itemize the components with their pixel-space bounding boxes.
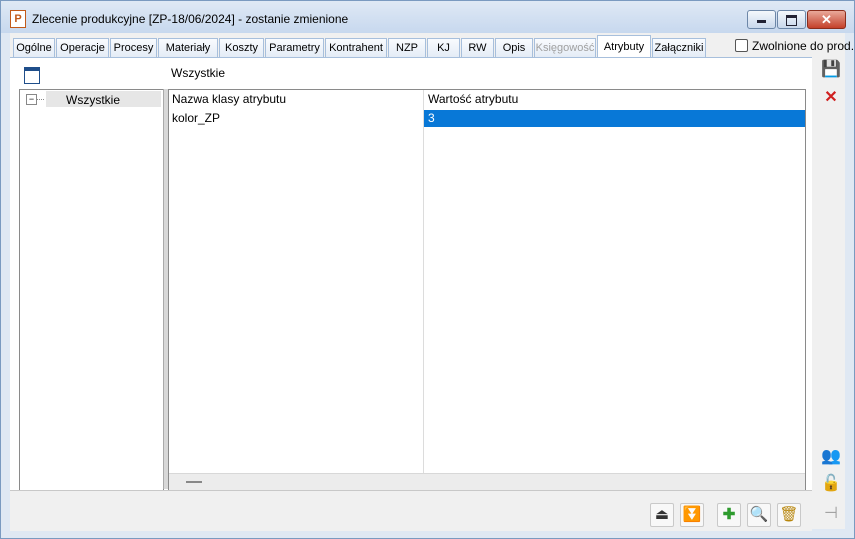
- column-header-value[interactable]: Wartość atrybutu: [428, 92, 518, 106]
- move-down-icon[interactable]: ⏬: [680, 503, 704, 527]
- add-icon[interactable]: ✚: [717, 503, 741, 527]
- tab-rw[interactable]: RW: [461, 38, 494, 58]
- side-toolbar: 💾 ✕ 👥 🔓 ⊣: [812, 57, 845, 529]
- attributes-table: Nazwa klasy atrybutu Wartość atrybutu ko…: [168, 89, 806, 491]
- lock-icon[interactable]: 🔓: [820, 473, 842, 495]
- move-up-icon[interactable]: ⏏: [650, 503, 674, 527]
- tree-connector: [36, 99, 44, 100]
- tab-operacje[interactable]: Operacje: [56, 38, 109, 58]
- tab-atrybuty[interactable]: Atrybuty: [597, 35, 651, 59]
- minimize-icon: [757, 20, 766, 23]
- pin-icon[interactable]: ⊣: [820, 503, 842, 525]
- users-icon[interactable]: 👥: [820, 446, 842, 468]
- column-header-name[interactable]: Nazwa klasy atrybutu: [172, 92, 286, 106]
- window-icon[interactable]: [24, 67, 40, 84]
- footer-dash: [186, 481, 202, 483]
- released-checkbox-label: Zwolnione do prod.: [752, 39, 855, 53]
- released-for-production-checkbox[interactable]: Zwolnione do prod.: [735, 39, 854, 53]
- attribute-group-tree: − Wszystkie: [19, 89, 164, 491]
- bottom-toolbar: ⏏ ⏬ ✚ 🔍 🗑: [10, 490, 812, 531]
- attributes-panel: Wszystkie − Wszystkie Nazwa klasy atrybu…: [10, 57, 812, 531]
- tab-zalaczniki[interactable]: Załączniki: [652, 38, 706, 58]
- tab-procesy[interactable]: Procesy: [110, 38, 157, 58]
- checkbox-box[interactable]: [735, 39, 748, 52]
- tab-materialy[interactable]: Materiały: [158, 38, 218, 58]
- table-row-name-cell[interactable]: kolor_ZP: [172, 110, 420, 127]
- form-body: Ogólne Operacje Procesy Materiały Koszty…: [10, 33, 854, 531]
- delete-icon[interactable]: 🗑: [777, 503, 801, 527]
- tab-kj[interactable]: KJ: [427, 38, 460, 58]
- title-bar[interactable]: P Zlecenie produkcyjne [ZP-18/06/2024] -…: [1, 1, 854, 33]
- group-header-label: Wszystkie: [171, 66, 225, 80]
- column-separator[interactable]: [423, 90, 424, 490]
- app-icon: P: [10, 10, 26, 28]
- cancel-icon[interactable]: ✕: [820, 87, 842, 109]
- tab-ogolne[interactable]: Ogólne: [13, 38, 55, 58]
- tab-opis[interactable]: Opis: [495, 38, 533, 58]
- tab-parametry[interactable]: Parametry: [265, 38, 324, 58]
- table-footer: [169, 473, 805, 491]
- minimize-button[interactable]: [747, 10, 776, 29]
- search-icon[interactable]: 🔍: [747, 503, 771, 527]
- save-icon[interactable]: 💾: [820, 59, 842, 81]
- tab-ksiegowosc[interactable]: Księgowość: [534, 38, 596, 58]
- maximize-button[interactable]: [777, 10, 806, 29]
- tab-kontrahent[interactable]: Kontrahent: [325, 38, 387, 58]
- window-title: Zlecenie produkcyjne [ZP-18/06/2024] - z…: [32, 12, 349, 26]
- maximize-icon: [786, 15, 797, 26]
- table-row-value-cell[interactable]: 3: [424, 110, 805, 127]
- close-button[interactable]: ✕: [807, 10, 846, 29]
- tab-koszty[interactable]: Koszty: [219, 38, 264, 58]
- window: P Zlecenie produkcyjne [ZP-18/06/2024] -…: [0, 0, 855, 539]
- tree-item-label[interactable]: Wszystkie: [66, 93, 120, 107]
- tab-nzp[interactable]: NZP: [388, 38, 426, 58]
